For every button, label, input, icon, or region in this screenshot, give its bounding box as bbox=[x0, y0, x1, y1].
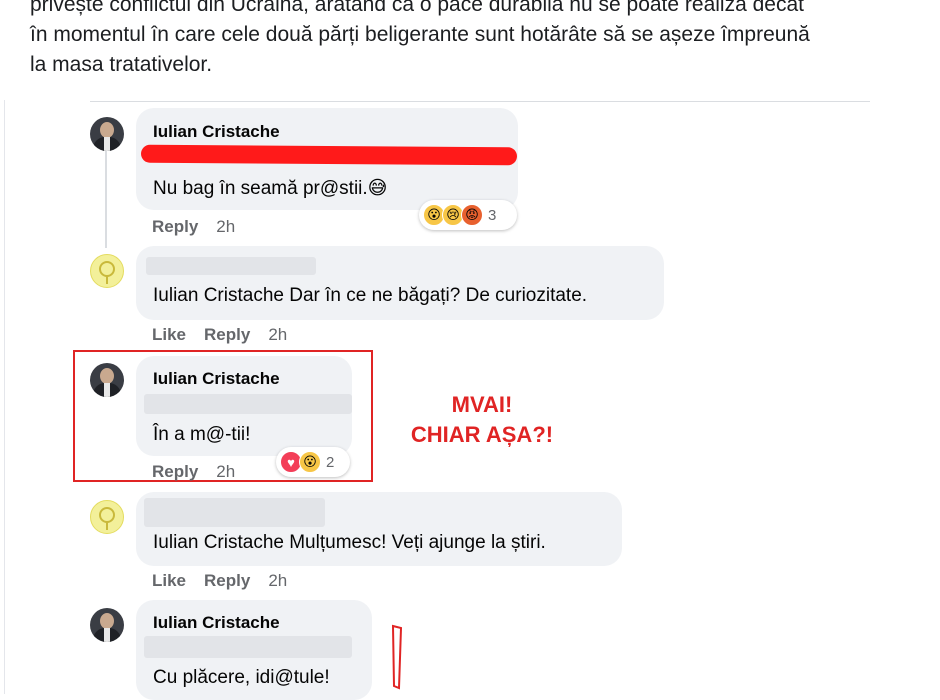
annotation-line: CHIAR AȘA?! bbox=[410, 422, 554, 447]
comment-author[interactable]: Iulian Cristache bbox=[153, 369, 280, 389]
redacted-line bbox=[144, 636, 352, 658]
avatar[interactable] bbox=[90, 363, 124, 397]
reply-button[interactable]: Reply bbox=[204, 325, 250, 344]
post-text-line: privește conflictul din Ucraina, arătând… bbox=[30, 0, 804, 16]
comment-text: În a m@-tii! bbox=[153, 424, 251, 445]
left-border bbox=[4, 100, 5, 694]
reply-button[interactable]: Reply bbox=[152, 217, 198, 236]
like-button[interactable]: Like bbox=[152, 325, 186, 344]
comment-text: Iulian Cristache Mulțumesc! Veți ajunge … bbox=[153, 532, 546, 553]
post-text-line: la masa tratativelor. bbox=[30, 53, 213, 76]
post-body-text: privește conflictul din Ucraina, arătând… bbox=[30, 0, 930, 80]
annotation-text: MVAI! CHIAR AȘA?! bbox=[392, 390, 572, 450]
comment-actions: Like Reply 2h bbox=[152, 325, 305, 345]
timestamp[interactable]: 2h bbox=[216, 217, 235, 236]
wow-emoji-icon: 😮 bbox=[299, 451, 321, 473]
post-text-line: în momentul în care cele două părți beli… bbox=[30, 23, 810, 46]
avatar[interactable] bbox=[90, 254, 124, 288]
timestamp[interactable]: 2h bbox=[216, 462, 235, 481]
redacted-author bbox=[144, 498, 325, 527]
thread-line bbox=[105, 148, 107, 248]
reaction-summary[interactable]: 😮 😢 😡 3 bbox=[419, 200, 517, 230]
avatar[interactable] bbox=[90, 608, 124, 642]
annotation-line: MVAI! bbox=[451, 392, 513, 417]
comment-actions: Reply 2h bbox=[152, 462, 253, 482]
comment-actions: Like Reply 2h bbox=[152, 571, 305, 591]
comment-actions: Reply 2h bbox=[152, 217, 253, 237]
reaction-count: 2 bbox=[326, 453, 335, 471]
avatar[interactable] bbox=[90, 117, 124, 151]
redacted-scribble bbox=[140, 144, 518, 166]
comment-author[interactable]: Iulian Cristache bbox=[153, 613, 280, 633]
reaction-count: 3 bbox=[488, 206, 497, 224]
redacted-line bbox=[144, 394, 352, 414]
red-bracket-mark bbox=[391, 624, 403, 690]
reply-button[interactable]: Reply bbox=[152, 462, 198, 481]
timestamp[interactable]: 2h bbox=[268, 325, 287, 344]
angry-emoji-icon: 😡 bbox=[461, 204, 483, 226]
reply-button[interactable]: Reply bbox=[204, 571, 250, 590]
redacted-author bbox=[146, 257, 316, 275]
comment-text: Nu bag în seamă pr@stii.😅 bbox=[153, 178, 388, 199]
timestamp[interactable]: 2h bbox=[268, 571, 287, 590]
avatar[interactable] bbox=[90, 500, 124, 534]
comment-author[interactable]: Iulian Cristache bbox=[153, 122, 280, 142]
reaction-summary[interactable]: ♥ 😮 2 bbox=[276, 447, 350, 477]
comment-text: Cu plăcere, idi@tule! bbox=[153, 667, 330, 688]
comment-text: Iulian Cristache Dar în ce ne băgați? De… bbox=[153, 285, 588, 306]
like-button[interactable]: Like bbox=[152, 571, 186, 590]
comments-divider bbox=[90, 101, 870, 102]
